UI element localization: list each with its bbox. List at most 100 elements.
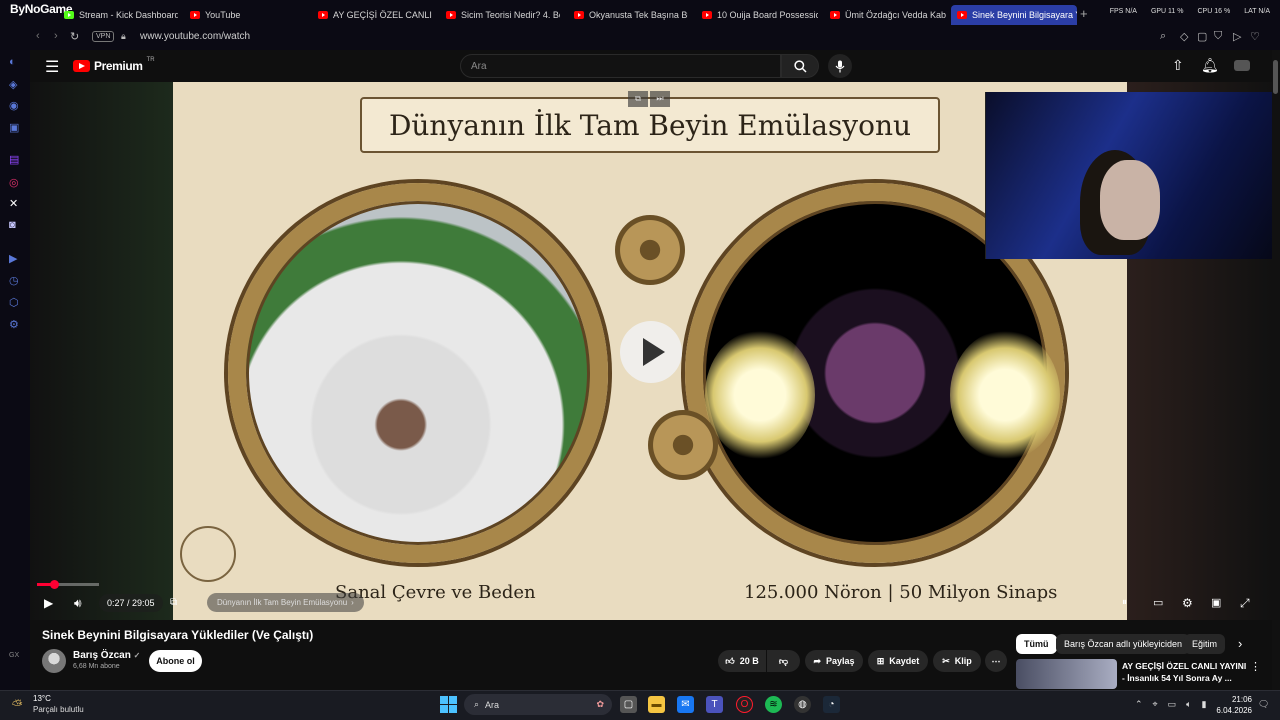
tab-youtube[interactable]: YouTube — [184, 5, 304, 25]
tab-ouija[interactable]: 10 Ouija Board Possession — [696, 5, 818, 25]
clip-button[interactable]: ✂︎ Klip — [933, 650, 981, 672]
share-button[interactable]: ➦ Paylaş — [805, 650, 863, 672]
chip-all[interactable]: Tümü — [1016, 634, 1057, 654]
forward-icon[interactable]: › — [54, 30, 58, 42]
youtube-logo-icon — [73, 60, 90, 72]
channel-avatar[interactable] — [42, 649, 66, 673]
battery-icon[interactable]: ▮ — [1202, 699, 1207, 710]
search-input[interactable] — [461, 55, 780, 77]
pause-toggle-icon[interactable]: ⏸︎ — [1122, 597, 1127, 608]
x-twitter-icon[interactable]: ✕ — [9, 197, 18, 210]
notifications-bell-icon[interactable]: 🔔︎ — [1201, 57, 1219, 74]
channel-name[interactable]: Barış Özcan ✓ — [73, 650, 140, 661]
zoom-icon[interactable]: ⌕ — [1160, 30, 1166, 43]
tab-kick-dashboard[interactable]: Stream - Kick Dashboard — [58, 5, 178, 25]
chip-from-uploader[interactable]: Barış Özcan adlı yükleyiciden — [1056, 634, 1191, 654]
outlook-icon[interactable]: ✉ — [677, 696, 694, 713]
copy-icon[interactable]: ⧉ — [628, 91, 648, 107]
back-icon[interactable]: ‹ — [36, 30, 40, 42]
wallet-icon[interactable]: ◈ — [9, 78, 17, 91]
location-icon[interactable]: ⌖ — [1153, 699, 1158, 710]
page-scrollbar[interactable] — [1272, 50, 1280, 690]
tab-umit-ozdagci[interactable]: Ümit Özdağcı Vedda Kabi — [824, 5, 946, 25]
tab-ay-gecisi[interactable]: AY GEÇİŞİ ÖZEL CANLI YA — [312, 5, 432, 25]
subscribe-button[interactable]: Abone ol — [149, 650, 202, 672]
subtitles-icon[interactable]: ▭ — [1153, 596, 1163, 609]
spotify-icon[interactable]: ≋ — [765, 696, 782, 713]
thumbs-up-icon: 👍︎ — [725, 655, 735, 666]
volume-icon[interactable]: 🔊︎ — [74, 596, 82, 611]
teams-icon[interactable]: T — [706, 696, 723, 713]
weather-temperature[interactable]: 13°C — [33, 694, 51, 703]
settings-icon[interactable]: ⚙︎ — [9, 318, 19, 331]
send-icon[interactable]: ▷ — [1233, 30, 1241, 43]
search-icon — [793, 59, 807, 73]
network-icon[interactable]: ▭ — [1168, 699, 1177, 710]
chip-education[interactable]: Eğitim — [1184, 634, 1226, 654]
reload-icon[interactable]: ↻ — [70, 30, 79, 43]
more-actions-button[interactable]: ⋯ — [985, 650, 1007, 672]
new-tab-button[interactable]: + — [1080, 6, 1088, 21]
settings-gear-icon[interactable]: ⚙︎ — [1182, 596, 1193, 610]
chevron-right-icon[interactable]: › — [1238, 636, 1242, 651]
search-box[interactable] — [460, 54, 781, 78]
messenger-icon[interactable]: ◉ — [9, 99, 19, 112]
obs-icon[interactable]: ◍ — [794, 696, 811, 713]
heart-icon[interactable]: ♡ — [1250, 30, 1260, 43]
chapter-button[interactable]: Dünyanın İlk Tam Beyin Emülasyonu › — [207, 593, 364, 612]
youtube-premium-logo[interactable]: Premium TR — [73, 57, 155, 73]
task-view-icon[interactable]: ▢ — [620, 696, 637, 713]
instagram-icon[interactable]: ◎ — [9, 176, 19, 189]
progress-scrubber[interactable] — [50, 580, 59, 589]
file-explorer-icon[interactable]: ▬ — [648, 696, 665, 713]
shield-icon[interactable]: ⛉ — [1214, 30, 1222, 43]
twitch-icon[interactable]: ▤ — [9, 153, 19, 166]
partly-cloudy-icon[interactable]: ⛅︎ — [12, 697, 22, 713]
cube-icon[interactable]: ⬡ — [9, 296, 19, 309]
dislike-button[interactable]: 👎︎ — [767, 650, 800, 672]
scrollbar-thumb[interactable] — [1273, 60, 1278, 94]
extension-icon[interactable]: ◇ — [1180, 30, 1188, 43]
speaker-icon[interactable]: 🔈︎ — [1186, 699, 1191, 710]
recommended-video-thumbnail[interactable] — [1016, 659, 1117, 689]
avatar[interactable] — [1234, 60, 1250, 71]
url-field[interactable]: www.youtube.com/watch — [140, 31, 250, 42]
miniplayer-icon[interactable]: ▣ — [1211, 596, 1221, 609]
lock-icon[interactable]: 🔒︎ — [121, 31, 126, 42]
history-icon[interactable]: ◷ — [9, 274, 19, 287]
save-button[interactable]: ⊞ Kaydet — [868, 650, 928, 672]
tab-sinek-beynini-active[interactable]: Sinek Beynini Bilgisayara Y — [951, 5, 1077, 25]
recommended-video-title[interactable]: AY GEÇİŞİ ÖZEL CANLI YAYINI - İnsanlık 5… — [1122, 660, 1247, 684]
voice-search-button[interactable] — [828, 54, 852, 78]
search-highlight-icon: ✿ — [596, 699, 604, 709]
player-icon[interactable]: ▶︎ — [9, 252, 17, 265]
discord-icon[interactable]: ◙ — [9, 219, 16, 231]
upload-icon[interactable]: ⇧ — [1172, 57, 1184, 74]
notification-icon[interactable]: 🗨︎ — [1258, 699, 1269, 710]
skip-icon[interactable]: ⏭︎ — [650, 91, 670, 107]
aria-icon[interactable]: ◐ — [9, 56, 16, 68]
vpn-badge[interactable]: VPN — [92, 31, 115, 42]
steam-icon[interactable]: ◔ — [823, 696, 840, 713]
autoplay-icon[interactable]: ⧉ — [170, 597, 177, 608]
search-button[interactable] — [781, 54, 819, 78]
opera-gx-icon[interactable]: O — [736, 696, 753, 713]
clock-date: 6.04.2026 — [1216, 706, 1252, 715]
tab-sicim-teorisi[interactable]: Sicim Teorisi Nedir? 4. Bo — [440, 5, 560, 25]
gx-logo-icon[interactable]: GX — [9, 652, 19, 659]
chevron-up-icon[interactable]: ⌃ — [1135, 699, 1143, 710]
gx-corner-icon[interactable]: ▣ — [9, 121, 19, 134]
taskbar-clock[interactable]: 21:06 6.04.2026 — [1216, 694, 1252, 716]
tab-okyanusta[interactable]: Okyanusta Tek Başına Bu — [568, 5, 688, 25]
gear-decoration — [648, 410, 718, 480]
play-icon[interactable]: ▶︎ — [44, 596, 53, 610]
windows-start-icon[interactable] — [440, 696, 457, 713]
big-play-button[interactable] — [620, 321, 682, 383]
taskbar-search[interactable]: ⌕ Ara ✿ — [464, 694, 612, 715]
weather-condition[interactable]: Parçalı bulutlu — [33, 705, 84, 714]
kebab-menu-icon[interactable]: ⋮ — [1250, 660, 1261, 673]
snapshot-icon[interactable]: ▢ — [1197, 30, 1207, 43]
like-button[interactable]: 👍︎ 20 B — [718, 650, 766, 672]
fullscreen-icon[interactable]: ⤢ — [1240, 596, 1250, 611]
menu-icon[interactable]: ☰ — [45, 57, 59, 77]
